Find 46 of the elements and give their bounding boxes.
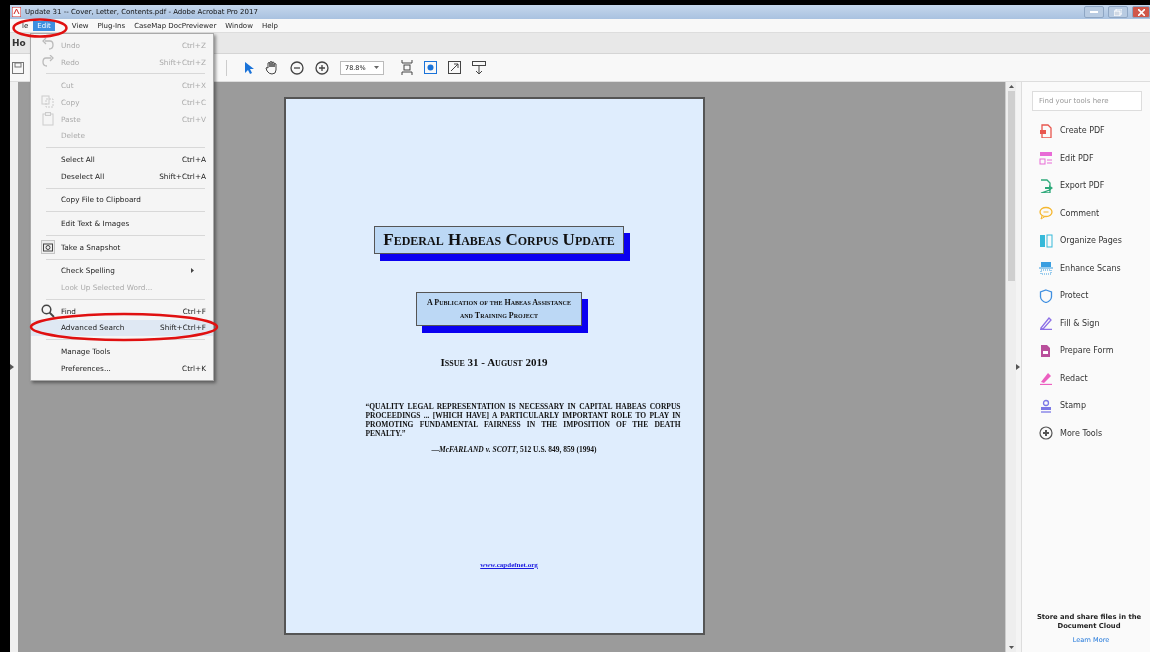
minimize-button[interactable] [1084, 6, 1104, 18]
tool-item[interactable]: Comment [1032, 199, 1150, 227]
document-title: Federal Habeas Corpus Update [383, 230, 615, 249]
tool-item[interactable]: More Tools [1032, 419, 1150, 447]
tool-item[interactable]: Fill & Sign [1032, 309, 1150, 337]
tool-item[interactable]: Export PDF [1032, 172, 1150, 200]
subtitle-text: and Training Project [459, 310, 539, 322]
subtitle-text: A Publication of the Habeas Assistance [427, 297, 571, 309]
page-view-icon[interactable] [423, 61, 437, 74]
tool-item[interactable]: Organize Pages [1032, 227, 1150, 255]
full-screen-icon[interactable] [447, 61, 461, 74]
tool-item[interactable]: Edit PDF [1032, 144, 1150, 172]
search-icon [41, 304, 55, 319]
close-button[interactable] [1132, 6, 1150, 18]
camera-icon [41, 240, 55, 255]
tool-item[interactable]: Redact [1032, 364, 1150, 392]
download-icon[interactable] [471, 60, 486, 75]
clipboard-icon [41, 112, 55, 127]
zoom-in-icon[interactable] [315, 60, 329, 75]
caret-icon [373, 66, 379, 69]
tool-item[interactable]: Prepare Form [1032, 337, 1150, 365]
collapse-arrow-icon[interactable] [1016, 364, 1020, 370]
pdf-icon [12, 7, 21, 17]
close-icon [1137, 8, 1145, 16]
vertical-scrollbar[interactable] [1005, 82, 1016, 652]
redo-icon [41, 55, 55, 70]
minimize-icon [1090, 10, 1098, 14]
pointer-icon[interactable] [244, 60, 254, 75]
hand-icon[interactable] [265, 60, 279, 75]
save-icon[interactable] [12, 61, 24, 74]
zoom-out-icon[interactable] [290, 60, 304, 75]
copy-icon [41, 95, 55, 110]
tool-item[interactable]: Stamp [1032, 392, 1150, 420]
tool-item[interactable]: Enhance Scans [1032, 254, 1150, 282]
fit-page-icon[interactable] [400, 60, 413, 75]
tool-item[interactable]: Create PDF [1032, 117, 1150, 145]
annotation-ellipse [12, 18, 68, 38]
undo-icon [41, 38, 55, 53]
scroll-down-icon [1008, 646, 1014, 649]
restore-icon [1114, 8, 1122, 16]
expand-arrow-icon[interactable] [10, 364, 14, 370]
home-tab[interactable]: Ho [10, 38, 26, 48]
tool-item[interactable]: Protect [1032, 282, 1150, 310]
scrollbar-thumb[interactable] [1007, 91, 1015, 281]
issue-heading: Issue 31 - August 2019 [440, 356, 548, 368]
scroll-up-icon [1008, 85, 1014, 88]
